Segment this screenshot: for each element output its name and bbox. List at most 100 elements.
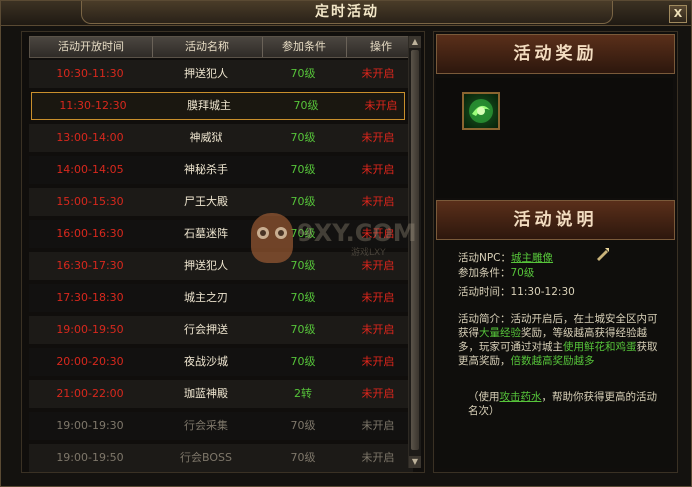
- activity-list-panel: 活动开放时间 活动名称 参加条件 操作 10:30-11:30 押送犯人 70级 未开…: [21, 31, 425, 473]
- activity-row[interactable]: 15:00-15:30 尸王大殿 70级 未开启: [29, 188, 413, 216]
- activity-row[interactable]: 19:00-19:30 行会采集 70级 未开启: [29, 412, 413, 440]
- activity-name: 行会押送: [184, 323, 228, 336]
- activity-row[interactable]: 20:00-20:30 夜战沙城 70级 未开启: [29, 348, 413, 376]
- reward-heading: 活动奖励: [436, 34, 675, 74]
- activity-time: 21:00-22:00: [56, 387, 124, 400]
- intro-highlight: 使用鲜花和鸡蛋: [563, 341, 637, 353]
- activity-status[interactable]: 未开启: [345, 348, 411, 376]
- header-time: 活动开放时间: [30, 37, 153, 57]
- activity-tip: （使用攻击药水，帮助你获得更高的活动名次）: [468, 390, 663, 418]
- activity-status[interactable]: 未开启: [345, 380, 411, 408]
- activity-condition: 70级: [290, 163, 316, 176]
- npc-link[interactable]: 城主雕像: [511, 252, 553, 264]
- scroll-thumb[interactable]: [411, 50, 419, 450]
- activity-condition: 70级: [293, 99, 319, 112]
- activity-condition: 70级: [290, 195, 316, 208]
- activity-time: 20:00-20:30: [56, 355, 124, 368]
- description-heading: 活动说明: [436, 200, 675, 240]
- activity-name: 押送犯人: [184, 67, 228, 80]
- npc-label: 活动NPC：: [458, 252, 512, 264]
- activity-time: 17:30-18:30: [56, 291, 124, 304]
- activity-condition: 70级: [290, 291, 316, 304]
- activity-name: 行会采集: [184, 419, 228, 432]
- activity-name: 押送犯人: [184, 259, 228, 272]
- activity-time: 19:00-19:50: [56, 451, 124, 464]
- close-button[interactable]: X: [669, 5, 687, 23]
- scroll-up-icon[interactable]: ▲: [409, 36, 421, 48]
- activity-row[interactable]: 14:00-14:05 神秘杀手 70级 未开启: [29, 156, 413, 184]
- activity-row[interactable]: 10:30-11:30 押送犯人 70级 未开启: [29, 60, 413, 88]
- activity-condition: 2转: [294, 387, 312, 400]
- description-area: 活动NPC：城主雕像 参加条件：70级 活动时间：11:30-12:30 活动简…: [436, 240, 673, 468]
- attack-potion-link[interactable]: 攻击药水: [500, 391, 542, 403]
- activity-time: 14:00-14:05: [56, 163, 124, 176]
- activity-window: 定时活动 X 活动开放时间 活动名称 参加条件 操作 10:30-11:30 押送…: [0, 0, 692, 487]
- activity-time: 16:00-16:30: [56, 227, 124, 240]
- activity-condition: 70级: [290, 355, 316, 368]
- activity-row[interactable]: 13:00-14:00 神威狱 70级 未开启: [29, 124, 413, 152]
- activity-status[interactable]: 未开启: [345, 316, 411, 344]
- header-operation: 操作: [370, 40, 392, 53]
- activity-status[interactable]: 未开启: [345, 284, 411, 312]
- activity-time: 11:30-12:30: [59, 99, 127, 112]
- scroll-down-icon[interactable]: ▼: [409, 456, 421, 468]
- tip-text: （使用: [468, 391, 500, 403]
- intro-highlight: 大量经验: [479, 327, 521, 339]
- activity-name: 珈蓝神殿: [184, 387, 228, 400]
- activity-name: 行会BOSS: [180, 451, 232, 464]
- title-bar: 定时活动 X: [1, 1, 691, 26]
- activity-status[interactable]: 未开启: [345, 188, 411, 216]
- activity-row[interactable]: 19:00-19:50 行会押送 70级 未开启: [29, 316, 413, 344]
- activity-time: 15:00-15:30: [56, 195, 124, 208]
- activity-name: 神秘杀手: [184, 163, 228, 176]
- activity-row[interactable]: 16:30-17:30 押送犯人 70级 未开启: [29, 252, 413, 280]
- activity-status[interactable]: 未开启: [345, 444, 411, 472]
- activity-status[interactable]: 未开启: [345, 252, 411, 280]
- activity-condition: 70级: [290, 259, 316, 272]
- table-header: 活动开放时间 活动名称 参加条件 操作: [29, 36, 418, 58]
- activity-name: 石墓迷阵: [184, 227, 228, 240]
- activity-rows: 10:30-11:30 押送犯人 70级 未开启 11:30-12:30 膜拜城主 70级未…: [29, 60, 419, 472]
- exp-orb-icon[interactable]: [462, 92, 500, 130]
- detail-panel: 活动奖励 活动说明 活动NPC：城主雕像 参加条件：70级 活动时间：11:30…: [433, 31, 678, 473]
- activity-condition: 70级: [290, 67, 316, 80]
- condition-label: 参加条件：: [458, 267, 511, 279]
- activity-name: 夜战沙城: [184, 355, 228, 368]
- scrollbar[interactable]: ▲ ▼: [408, 36, 421, 468]
- activity-condition: 70级: [290, 323, 316, 336]
- time-value: 11:30-12:30: [510, 286, 575, 298]
- activity-time: 16:30-17:30: [56, 259, 124, 272]
- header-name: 活动名称: [152, 37, 263, 57]
- npc-line: 活动NPC：城主雕像: [458, 250, 553, 265]
- activity-status[interactable]: 未开启: [345, 60, 411, 88]
- activity-condition: 70级: [290, 419, 316, 432]
- reward-area: [436, 78, 673, 198]
- time-line: 活动时间：11:30-12:30: [458, 284, 575, 299]
- activity-status[interactable]: 未开启: [345, 156, 411, 184]
- activity-row[interactable]: 17:30-18:30 城主之刃 70级 未开启: [29, 284, 413, 312]
- time-label: 活动时间：: [458, 286, 511, 298]
- condition-value: 70级: [510, 267, 535, 279]
- header-condition: 参加条件: [262, 37, 347, 57]
- activity-status[interactable]: 未开启: [345, 412, 411, 440]
- condition-line: 参加条件：70级: [458, 265, 534, 280]
- window-title: 定时活动: [81, 1, 613, 24]
- activity-condition: 70级: [290, 227, 316, 240]
- activity-name: 尸王大殿: [184, 195, 228, 208]
- activity-row[interactable]: 16:00-16:30 石墓迷阵 70级 未开启: [29, 220, 413, 248]
- activity-time: 13:00-14:00: [56, 131, 124, 144]
- activity-row[interactable]: 21:00-22:00 珈蓝神殿 2转 未开启: [29, 380, 413, 408]
- activity-name: 神威狱: [189, 131, 223, 144]
- activity-row[interactable]: 11:30-12:30 膜拜城主 70级 未开启: [31, 92, 405, 120]
- activity-time: 10:30-11:30: [56, 67, 124, 80]
- activity-time: 19:00-19:50: [56, 323, 124, 336]
- activity-row[interactable]: 19:00-19:50 行会BOSS 70级 未开启: [29, 444, 413, 472]
- walk-to-npc-icon[interactable]: [594, 246, 610, 262]
- activity-status[interactable]: 未开启: [345, 220, 411, 248]
- activity-intro: 活动简介：活动开启后，在土城安全区内可获得大量经验奖励，等级越高获得经验越多，玩…: [458, 312, 662, 368]
- activity-status[interactable]: 未开启: [348, 93, 414, 119]
- activity-name: 膜拜城主: [187, 99, 231, 112]
- intro-highlight: 倍数越高奖励越多: [510, 355, 595, 367]
- activity-time: 19:00-19:30: [56, 419, 124, 432]
- activity-status[interactable]: 未开启: [345, 124, 411, 152]
